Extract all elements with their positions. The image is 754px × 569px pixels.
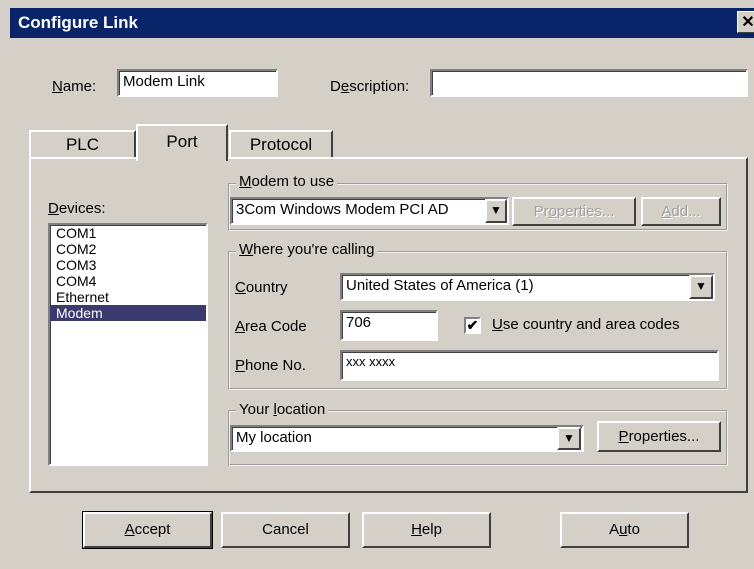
country-select[interactable]: United States of America (1) [340, 273, 715, 301]
calling-group-legend: Where you're calling [236, 241, 378, 258]
chevron-down-icon[interactable]: ▼ [557, 427, 581, 450]
devices-listbox[interactable]: COM1 COM2 COM3 COM4 Ethernet Modem [48, 223, 208, 466]
area-code-label: Area Code [235, 318, 307, 335]
location-select[interactable]: My location [230, 425, 584, 452]
close-icon[interactable]: ✕ [737, 11, 754, 33]
device-item-modem[interactable]: Modem [50, 305, 206, 321]
auto-button[interactable]: Auto [560, 512, 689, 548]
modem-add-button[interactable]: Add... [641, 197, 721, 226]
modem-select[interactable]: 3Com Windows Modem PCI AD [230, 197, 509, 225]
location-properties-button[interactable]: Properties... [597, 421, 721, 452]
chevron-down-icon[interactable]: ▼ [485, 199, 507, 223]
tab-protocol[interactable]: Protocol [229, 130, 333, 159]
device-item-com3[interactable]: COM3 [50, 257, 206, 273]
phone-input[interactable]: xxx xxxx [340, 350, 719, 381]
country-select-value: United States of America (1) [346, 277, 534, 294]
cancel-button[interactable]: Cancel [221, 512, 350, 548]
device-item-com4[interactable]: COM4 [50, 273, 206, 289]
device-item-com1[interactable]: COM1 [50, 225, 206, 241]
description-label: Description: [330, 78, 410, 95]
country-label: Country [235, 279, 288, 296]
tab-port[interactable]: Port [136, 124, 228, 161]
description-input[interactable] [430, 69, 748, 97]
phone-label: Phone No. [235, 357, 306, 374]
use-codes-label[interactable]: Use country and area codes [492, 316, 680, 333]
location-select-value: My location [236, 429, 312, 446]
modem-group-legend: Modem to use [236, 173, 338, 190]
area-code-input[interactable]: 706 [340, 310, 438, 341]
modem-properties-button[interactable]: Properties... [512, 197, 636, 226]
tab-plc[interactable]: PLC [29, 130, 136, 159]
accept-button[interactable]: Accept [82, 511, 213, 549]
name-input[interactable]: Modem Link [117, 69, 278, 97]
window-title: Configure Link [18, 13, 138, 32]
modem-select-value: 3Com Windows Modem PCI AD [236, 201, 449, 218]
help-button[interactable]: Help [362, 512, 491, 548]
use-codes-checkbox[interactable]: ✔ [464, 317, 481, 334]
location-group-legend: Your location [236, 401, 329, 418]
device-item-ethernet[interactable]: Ethernet [50, 289, 206, 305]
device-item-com2[interactable]: COM2 [50, 241, 206, 257]
chevron-down-icon[interactable]: ▼ [689, 275, 713, 299]
name-label: Name: [52, 78, 97, 95]
devices-label: Devices: [48, 200, 106, 217]
configure-link-dialog: Configure Link ✕ Name: Modem Link Descri… [0, 0, 754, 569]
title-bar: Configure Link ✕ [10, 8, 754, 38]
